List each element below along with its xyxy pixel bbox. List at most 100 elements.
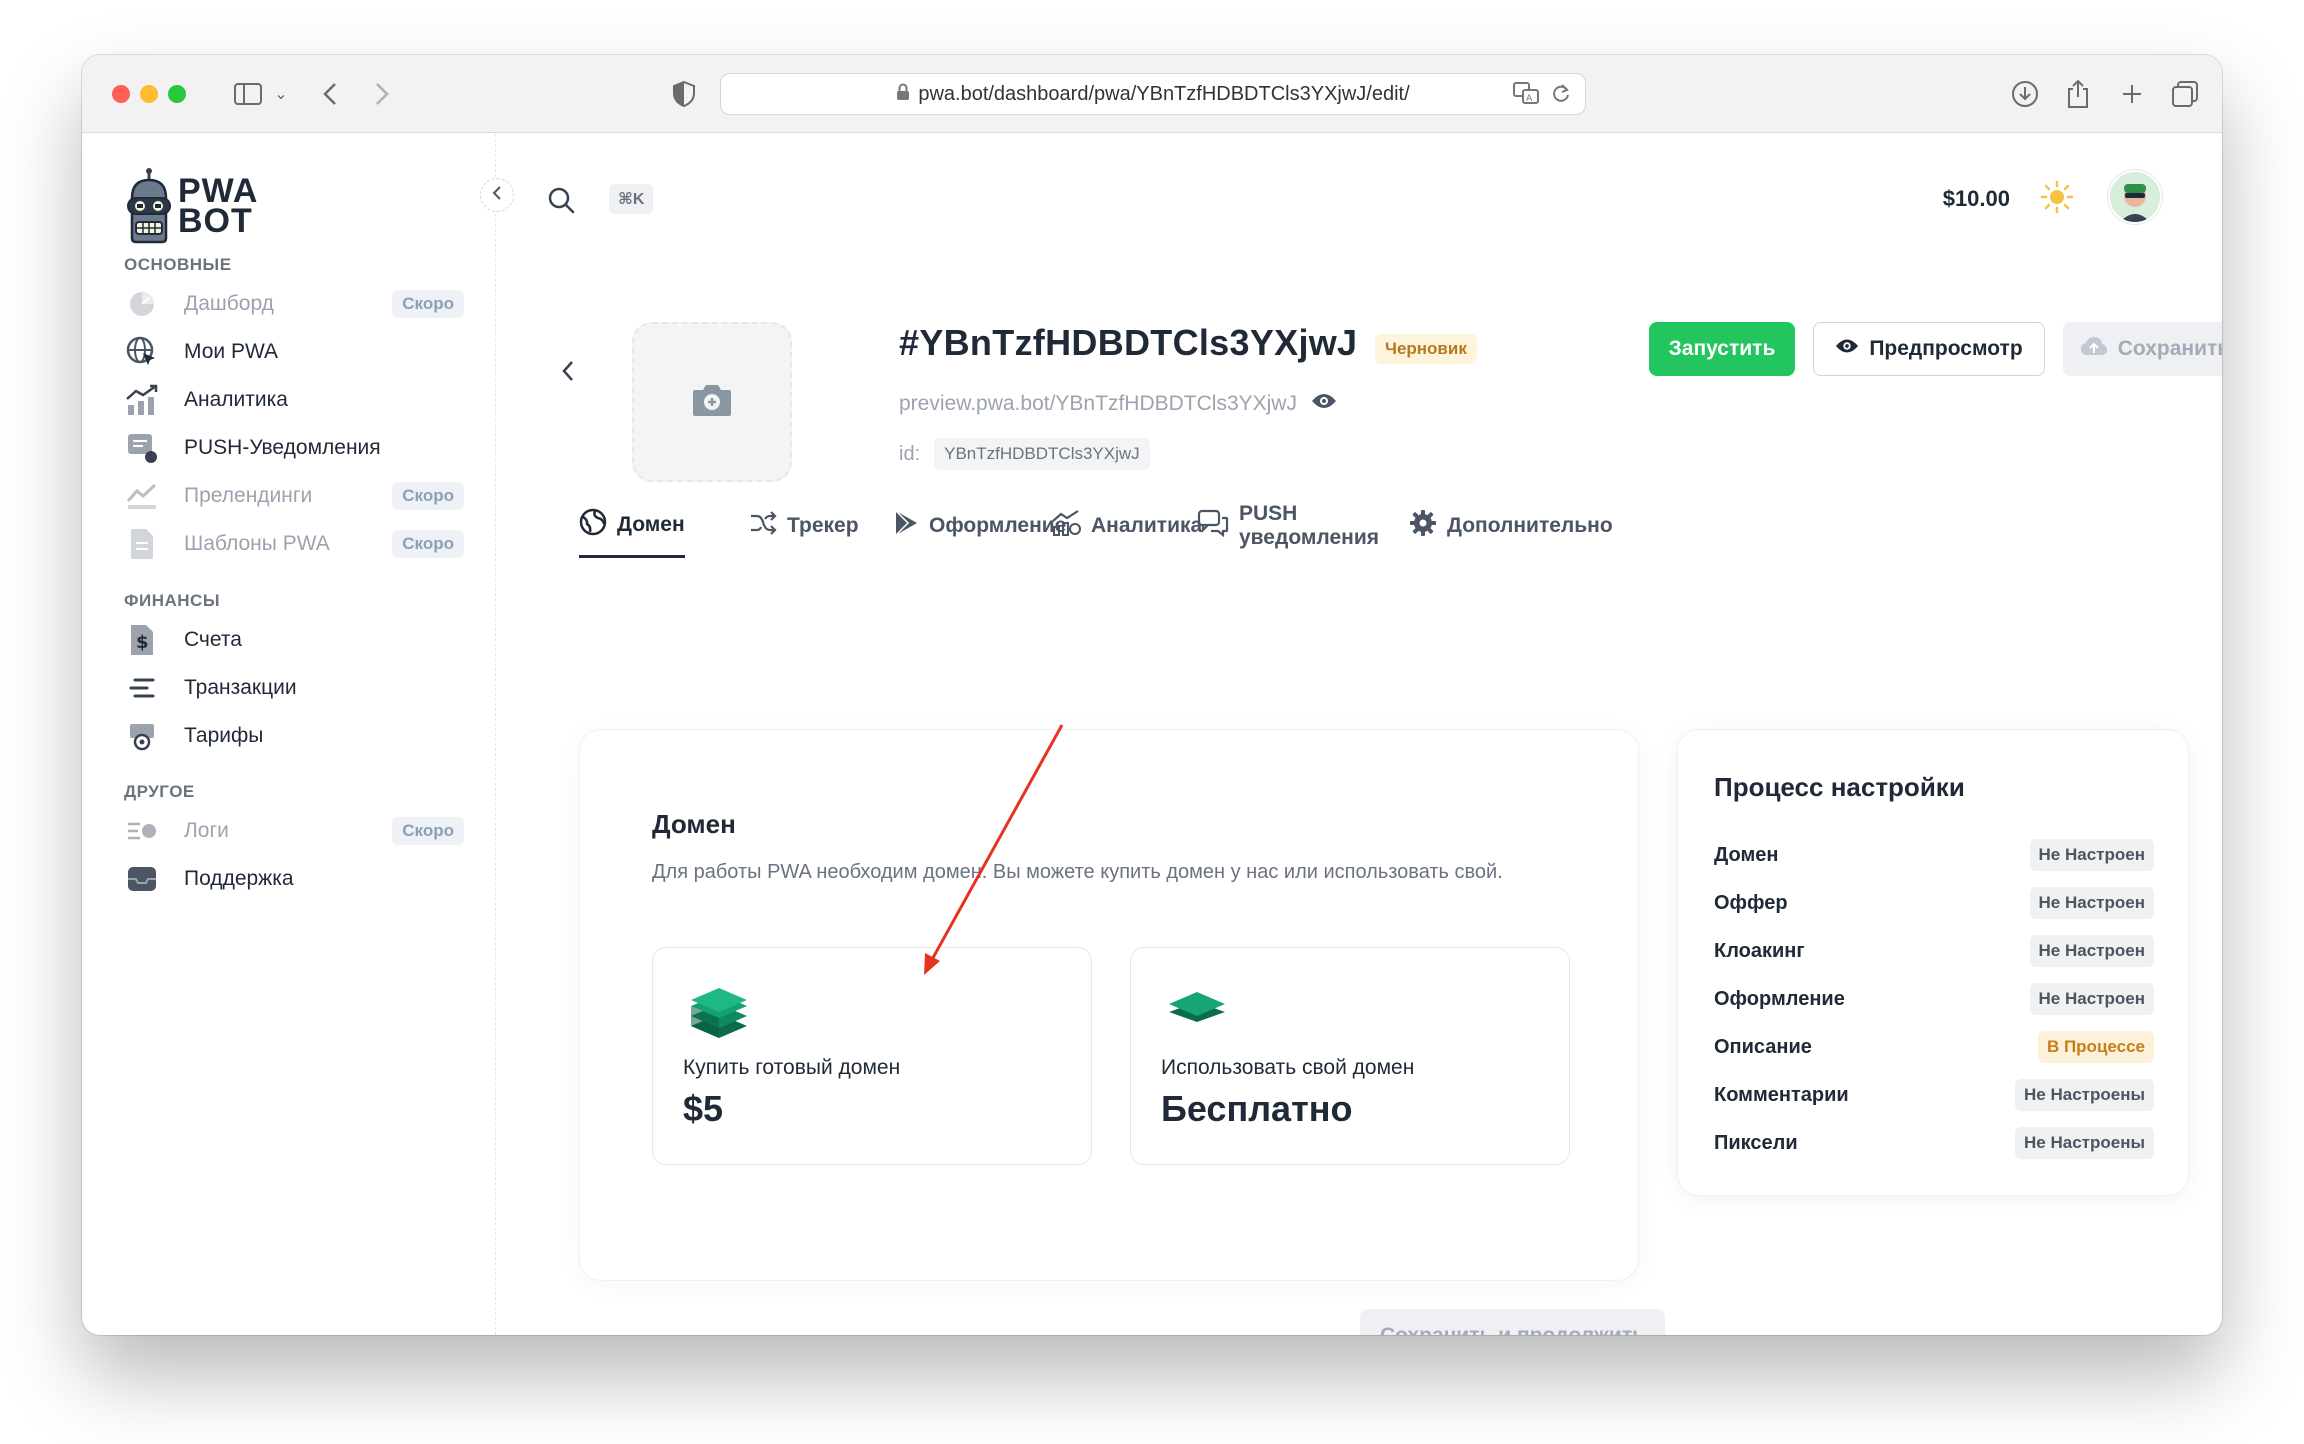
invoice-dollar-icon: $ xyxy=(124,622,160,658)
tab-tracker[interactable]: Трекер xyxy=(749,494,859,558)
setup-process-card: Процесс настройки Домен Не Настроен Оффе… xyxy=(1677,729,2189,1196)
sidebar-item-transactions[interactable]: Транзакции xyxy=(124,664,464,712)
chat-bubbles-icon xyxy=(1197,509,1229,543)
tariff-icon xyxy=(124,718,160,754)
logo[interactable]: PWA BOT xyxy=(126,168,258,244)
tab-advanced[interactable]: Дополнительно xyxy=(1409,494,1613,558)
status-badge: Не Настроен xyxy=(2029,839,2154,871)
tab-overview-icon[interactable] xyxy=(2170,77,2200,111)
tab-push[interactable]: PUSH уведомления xyxy=(1197,494,1379,558)
sidebar-item-invoices[interactable]: $ Счета xyxy=(124,616,464,664)
cloud-upload-icon xyxy=(2080,335,2108,363)
pwa-icon-upload[interactable] xyxy=(632,322,792,482)
tab-analytics[interactable]: Аналитика xyxy=(1051,494,1202,558)
sidebar-item-support[interactable]: Поддержка xyxy=(124,855,464,903)
pwa-id-row: id: YBnTzfHDBDTCls3YXjwJ xyxy=(899,438,1150,470)
setup-step[interactable]: Оформление Не Настроен xyxy=(1714,980,2154,1018)
browser-titlebar: ⌄ pwa.bot/dashboard/pwa/YBnTzfHDBDTCls3Y… xyxy=(82,55,2222,133)
setup-step[interactable]: Описание В Процессе xyxy=(1714,1028,2154,1066)
tab-design[interactable]: Оформление xyxy=(893,494,1066,558)
play-store-icon xyxy=(893,509,919,543)
search-shortcut[interactable]: ⌘K xyxy=(609,184,654,214)
setup-step[interactable]: Домен Не Настроен xyxy=(1714,836,2154,874)
own-domain-option[interactable]: Использовать свой домен Бесплатно xyxy=(1130,947,1570,1165)
setup-step[interactable]: Оффер Не Настроен xyxy=(1714,884,2154,922)
account-balance[interactable]: $10.00 xyxy=(1943,186,2010,212)
setup-process-title: Процесс настройки xyxy=(1714,772,1965,802)
section-title-main: ОСНОВНЫЕ xyxy=(124,255,232,274)
maximize-window-button[interactable] xyxy=(168,85,186,103)
sun-icon[interactable] xyxy=(2040,180,2074,222)
domain-card: Домен Для работы PWA необходим домен. Вы… xyxy=(579,729,1639,1281)
translate-icon[interactable]: A xyxy=(1513,82,1539,110)
back-icon[interactable] xyxy=(318,77,342,111)
sidebar-toggle-icon[interactable] xyxy=(232,77,264,111)
close-window-button[interactable] xyxy=(112,85,130,103)
section-title-finance: ФИНАНСЫ xyxy=(124,591,220,610)
pwa-id-chip[interactable]: YBnTzfHDBDTCls3YXjwJ xyxy=(934,438,1150,470)
domain-card-description: Для работы PWA необходим домен. Вы может… xyxy=(652,861,1503,883)
globe-icon xyxy=(579,508,607,542)
share-icon[interactable] xyxy=(2064,77,2092,111)
svg-text:$: $ xyxy=(136,632,149,653)
camera-plus-icon xyxy=(691,382,733,423)
sidebar-item-push[interactable]: PUSH-Уведомления xyxy=(124,424,464,472)
status-badge: Не Настроен xyxy=(2029,983,2154,1015)
preview-button[interactable]: Предпросмотр xyxy=(1813,322,2045,376)
logs-icon xyxy=(124,813,160,849)
avatar[interactable] xyxy=(2108,170,2162,224)
eye-icon[interactable] xyxy=(1311,392,1337,416)
prelanding-icon xyxy=(124,478,160,514)
sidebar-item-my-pwa[interactable]: Мои PWA xyxy=(124,328,464,376)
new-tab-icon[interactable] xyxy=(2118,77,2146,111)
sidebar-item-dashboard[interactable]: Дашборд Скоро xyxy=(124,280,464,328)
soon-badge: Скоро xyxy=(392,817,464,845)
status-badge: Не Настроены xyxy=(2015,1127,2154,1159)
own-domain-price: Бесплатно xyxy=(1161,1088,1353,1129)
bender-logo-icon xyxy=(126,168,172,244)
download-icon[interactable] xyxy=(2010,77,2040,111)
eye-icon xyxy=(1835,337,1859,361)
launch-button[interactable]: Запустить xyxy=(1649,322,1795,376)
globe-cursor-icon xyxy=(124,334,160,370)
template-document-icon xyxy=(124,526,160,562)
svg-text:A: A xyxy=(1526,94,1533,104)
support-inbox-icon xyxy=(124,861,160,897)
shuffle-icon xyxy=(749,511,777,541)
sidebar-item-prelandings[interactable]: Прелендинги Скоро xyxy=(124,472,464,520)
logo-text: PWA BOT xyxy=(178,172,259,240)
transactions-list-icon xyxy=(124,670,160,706)
tab-domain[interactable]: Домен xyxy=(579,494,685,558)
sidebar-item-logs[interactable]: Логи Скоро xyxy=(124,807,464,855)
single-layer-icon xyxy=(1167,986,1227,1031)
forward-icon[interactable] xyxy=(370,77,394,111)
url-bar[interactable]: pwa.bot/dashboard/pwa/YBnTzfHDBDTCls3YXj… xyxy=(720,73,1586,115)
analytics-chart-icon xyxy=(124,382,160,418)
minimize-window-button[interactable] xyxy=(140,85,158,103)
save-button[interactable]: Сохранить xyxy=(2063,322,2222,376)
shield-icon[interactable] xyxy=(672,77,696,111)
soon-badge: Скоро xyxy=(392,290,464,318)
sidebar-item-templates[interactable]: Шаблоны PWA Скоро xyxy=(124,520,464,568)
reload-icon[interactable] xyxy=(1551,82,1571,110)
back-chevron-icon[interactable] xyxy=(561,356,575,390)
url-text: pwa.bot/dashboard/pwa/YBnTzfHDBDTCls3YXj… xyxy=(918,82,1410,105)
search-icon[interactable] xyxy=(547,186,575,219)
chevron-down-icon[interactable]: ⌄ xyxy=(272,77,290,111)
push-notification-icon xyxy=(124,430,160,466)
sidebar-item-analytics[interactable]: Аналитика xyxy=(124,376,464,424)
setup-step[interactable]: Пиксели Не Настроены xyxy=(1714,1124,2154,1162)
save-and-continue-button[interactable]: Сохранить и продолжить xyxy=(1360,1309,1665,1335)
stacked-layers-icon xyxy=(689,986,749,1045)
section-title-other: ДРУГОЕ xyxy=(124,782,195,801)
setup-step[interactable]: Комментарии Не Настроены xyxy=(1714,1076,2154,1114)
sidebar: PWA BOT ОСНОВНЫЕ Дашборд Скоро Мои PWA А… xyxy=(82,134,514,1335)
preview-link[interactable]: preview.pwa.bot/YBnTzfHDBDTCls3YXjwJ xyxy=(899,392,1337,416)
browser-window: ⌄ pwa.bot/dashboard/pwa/YBnTzfHDBDTCls3Y… xyxy=(82,55,2222,1335)
setup-step[interactable]: Клоакинг Не Настроен xyxy=(1714,932,2154,970)
buy-domain-option[interactable]: Купить готовый домен $5 xyxy=(652,947,1092,1165)
lock-icon xyxy=(896,83,910,106)
status-badge: Не Настроены xyxy=(2015,1079,2154,1111)
sidebar-item-tariffs[interactable]: Тарифы xyxy=(124,712,464,760)
domain-card-title: Домен xyxy=(652,809,736,839)
